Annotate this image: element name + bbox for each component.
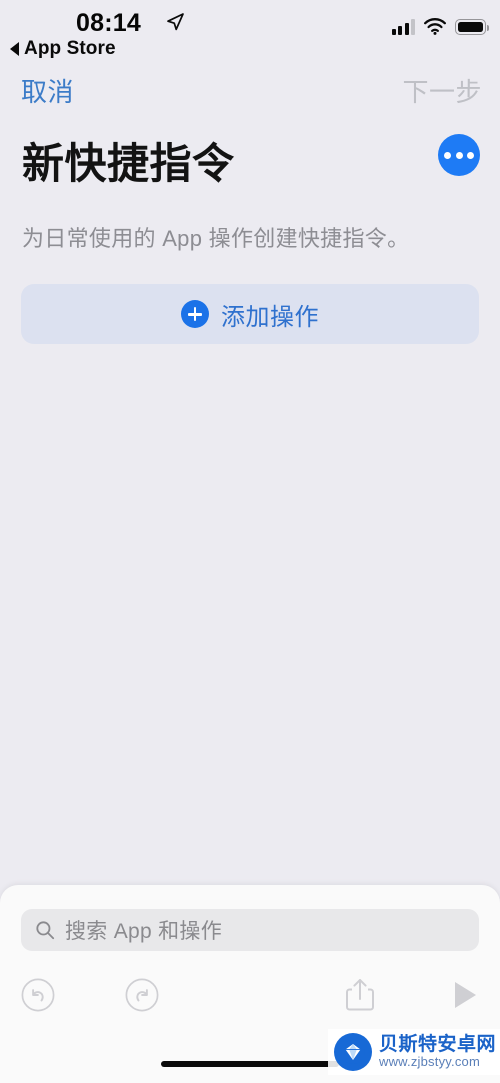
shell-logo-icon (333, 1033, 372, 1071)
search-icon (36, 921, 55, 940)
redo-circle-icon (125, 978, 159, 1012)
search-input[interactable]: 搜索 App 和操作 (21, 909, 479, 951)
bottom-sheet: 搜索 App 和操作 贝斯特安卓网 www.zjbstyy.com (0, 885, 500, 1083)
page-title: 新快捷指令 (22, 140, 235, 187)
wifi-icon (424, 18, 446, 35)
play-icon (455, 982, 476, 1008)
cancel-button[interactable]: 取消 (21, 72, 74, 109)
back-label: App Store (24, 38, 116, 59)
navigation-bar: 取消 下一步 (0, 70, 500, 112)
share-icon (346, 979, 374, 1011)
watermark: 贝斯特安卓网 www.zjbstyy.com (327, 1029, 500, 1075)
add-action-label: 添加操作 (221, 303, 319, 331)
undo-button[interactable] (10, 969, 66, 1021)
undo-circle-icon (21, 978, 55, 1012)
status-bar: 08:14 App Store (0, 0, 500, 62)
status-bar-indicators (391, 18, 490, 35)
watermark-title: 贝斯特安卓网 (378, 1033, 496, 1055)
back-to-app-store-link[interactable]: App Store (10, 38, 116, 60)
shortcuts-new-shortcut-screen: 08:14 App Store 取消 下一步 新快捷指令 为日常使用的 App … (0, 0, 500, 1083)
more-options-button[interactable] (438, 134, 480, 176)
ellipsis-icon (444, 151, 451, 159)
editor-toolbar (0, 969, 500, 1029)
plus-circle-icon (181, 300, 209, 328)
add-action-button[interactable]: 添加操作 (21, 284, 479, 344)
share-button[interactable] (332, 969, 388, 1021)
status-bar-time: 08:14 (76, 9, 141, 37)
location-arrow-icon (167, 13, 184, 31)
redo-button[interactable] (114, 969, 170, 1021)
search-placeholder: 搜索 App 和操作 (65, 920, 223, 943)
page-subtitle: 为日常使用的 App 操作创建快捷指令。 (22, 226, 410, 251)
cellular-signal-icon (391, 19, 415, 35)
battery-full-icon (455, 19, 490, 35)
watermark-url: www.zjbstyy.com (378, 1054, 480, 1070)
ellipsis-icon (455, 151, 463, 159)
back-triangle-icon (10, 42, 19, 56)
ellipsis-icon (467, 151, 474, 159)
home-indicator (161, 1061, 339, 1067)
play-button[interactable] (436, 969, 492, 1021)
next-button[interactable]: 下一步 (402, 72, 482, 109)
